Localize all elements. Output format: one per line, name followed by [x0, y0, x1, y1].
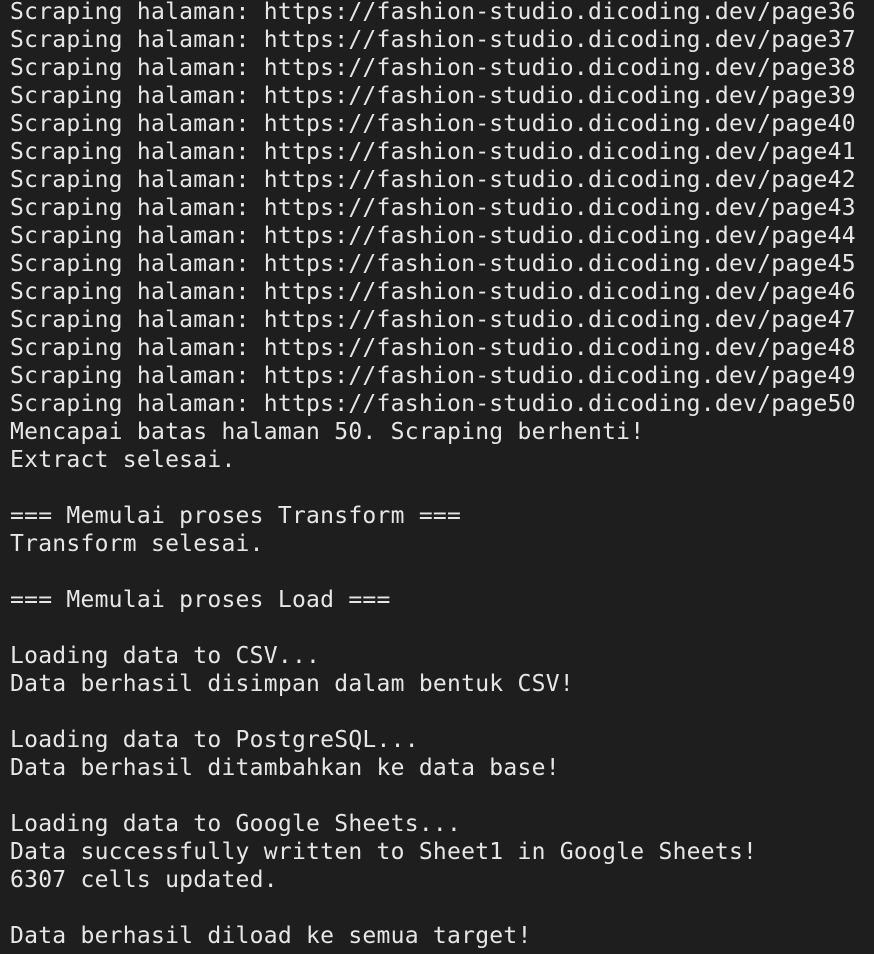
terminal-line: === Memulai proses Transform === — [10, 503, 462, 529]
terminal-line: Scraping halaman: https://fashion-studio… — [10, 55, 856, 81]
terminal-line: Scraping halaman: https://fashion-studio… — [10, 195, 856, 221]
terminal-line: Scraping halaman: https://fashion-studio… — [10, 0, 856, 25]
terminal-line: Scraping halaman: https://fashion-studio… — [10, 363, 856, 389]
terminal-line: Scraping halaman: https://fashion-studio… — [10, 27, 856, 53]
terminal-line: Scraping halaman: https://fashion-studio… — [10, 83, 856, 109]
terminal-line: Extract selesai. — [10, 447, 236, 473]
terminal-line: Loading data to Google Sheets... — [10, 811, 462, 837]
terminal-line: Scraping halaman: https://fashion-studio… — [10, 139, 856, 165]
terminal-line: Data berhasil disimpan dalam bentuk CSV! — [10, 671, 574, 697]
terminal-line: Data berhasil diload ke semua target! — [10, 923, 532, 949]
terminal-line: Loading data to CSV... — [10, 643, 321, 669]
terminal-line: Scraping halaman: https://fashion-studio… — [10, 251, 856, 277]
terminal-line: Data successfully written to Sheet1 in G… — [10, 839, 758, 865]
terminal-line: Scraping halaman: https://fashion-studio… — [10, 335, 856, 361]
terminal-line: Loading data to PostgreSQL... — [10, 727, 419, 753]
terminal-line: Data berhasil ditambahkan ke data base! — [10, 755, 560, 781]
terminal-line: Scraping halaman: https://fashion-studio… — [10, 111, 856, 137]
terminal-output: Scraping halaman: https://fashion-studio… — [10, 0, 874, 954]
terminal-line: 6307 cells updated. — [10, 867, 278, 893]
terminal-line: Transform selesai. — [10, 531, 264, 557]
terminal-line: Scraping halaman: https://fashion-studio… — [10, 307, 856, 333]
terminal-line: Scraping halaman: https://fashion-studio… — [10, 279, 856, 305]
terminal-line: Mencapai batas halaman 50. Scraping berh… — [10, 419, 645, 445]
terminal-line: Scraping halaman: https://fashion-studio… — [10, 391, 856, 417]
terminal-line: === Memulai proses Load === — [10, 587, 391, 613]
terminal-line: Scraping halaman: https://fashion-studio… — [10, 223, 856, 249]
terminal-line: Scraping halaman: https://fashion-studio… — [10, 167, 856, 193]
